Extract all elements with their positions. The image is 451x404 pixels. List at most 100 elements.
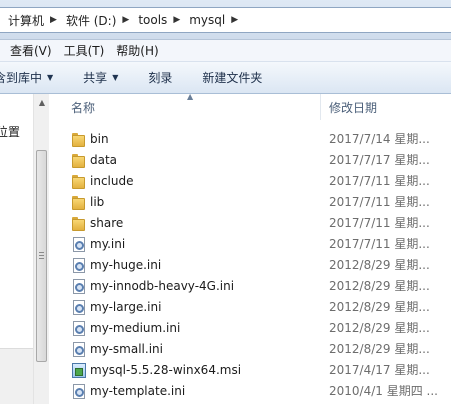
settings-file-icon [71, 299, 87, 315]
file-name: my-huge.ini [90, 257, 162, 272]
new-folder-button[interactable]: 新建文件夹 [194, 62, 270, 93]
include-in-library-button[interactable]: 含到库中 ▼ [0, 62, 61, 93]
file-rows: bin 2017/7/14 星期... data 2017/7/17 星期...… [49, 128, 451, 401]
menu-tools[interactable]: 工具(T) [59, 40, 110, 61]
file-name-cell: lib [49, 194, 329, 210]
share-label: 共享 [83, 71, 108, 85]
file-row[interactable]: lib 2017/7/11 星期... [49, 191, 451, 212]
settings-file-icon [71, 341, 87, 357]
folder-icon [71, 194, 87, 210]
file-name-cell: my-template.ini [49, 383, 329, 399]
file-row[interactable]: my-innodb-heavy-4G.ini 2012/8/29 星期... [49, 275, 451, 296]
file-date: 2017/7/11 星期... [329, 195, 430, 209]
file-date: 2012/8/29 星期... [329, 342, 430, 356]
file-list: ▲ 名称 修改日期 bin 2017/7/14 星期... data 2017/… [49, 94, 451, 404]
breadcrumb-mysql[interactable]: mysql ▶ [185, 8, 243, 32]
chevron-right-icon[interactable]: ▶ [171, 15, 185, 25]
breadcrumb-label: tools [138, 13, 168, 27]
file-row[interactable]: share 2017/7/11 星期... [49, 212, 451, 233]
file-name: my-small.ini [90, 341, 163, 356]
file-name-cell: data [49, 152, 329, 168]
file-date: 2017/7/11 星期... [329, 237, 430, 251]
file-row[interactable]: my-large.ini 2012/8/29 星期... [49, 296, 451, 317]
column-header-name[interactable]: ▲ 名称 [49, 94, 321, 120]
file-name: lib [90, 194, 105, 209]
file-date: 2012/8/29 星期... [329, 258, 430, 272]
chevron-right-icon[interactable]: ▶ [120, 15, 134, 25]
navigation-pane: 位置 [0, 94, 33, 404]
folder-icon [71, 131, 87, 147]
nav-scrollbar[interactable]: ▲ [33, 94, 49, 404]
breadcrumb-computer[interactable]: 计算机 ▶ [4, 8, 62, 32]
folder-icon [71, 173, 87, 189]
breadcrumb-tools[interactable]: tools ▶ [134, 8, 185, 32]
file-name-cell: my-innodb-heavy-4G.ini [49, 278, 329, 294]
file-row[interactable]: my-small.ini 2012/8/29 星期... [49, 338, 451, 359]
menu-view[interactable]: 查看(V) [5, 40, 57, 61]
menu-bar: 查看(V) 工具(T) 帮助(H) [0, 40, 451, 62]
share-button[interactable]: 共享 ▼ [75, 62, 126, 93]
file-name: share [90, 215, 124, 230]
breadcrumb-drive[interactable]: 软件 (D:) ▶ [62, 8, 134, 32]
scroll-up-arrow-icon[interactable]: ▲ [34, 94, 50, 110]
file-name-cell: bin [49, 131, 329, 147]
file-name-cell: my-medium.ini [49, 320, 329, 336]
file-name-cell: my-small.ini [49, 341, 329, 357]
file-name: my-medium.ini [90, 320, 181, 335]
nav-item-location[interactable]: 位置 [0, 123, 20, 140]
breadcrumb-label: 计算机 [8, 13, 45, 28]
file-row[interactable]: bin 2017/7/14 星期... [49, 128, 451, 149]
burn-button[interactable]: 刻录 [140, 62, 180, 93]
file-row[interactable]: my-medium.ini 2012/8/29 星期... [49, 317, 451, 338]
grip-line [39, 258, 44, 259]
column-header: ▲ 名称 修改日期 [49, 94, 451, 120]
chevron-right-icon[interactable]: ▶ [48, 15, 62, 25]
file-name: include [90, 173, 134, 188]
folder-icon [71, 215, 87, 231]
settings-file-icon [71, 383, 87, 399]
address-bar: 计算机 ▶ 软件 (D:) ▶ tools ▶ mysql ▶ [0, 0, 451, 40]
file-row[interactable]: include 2017/7/11 星期... [49, 170, 451, 191]
file-row[interactable]: my-template.ini 2010/4/1 星期四 ... [49, 380, 451, 401]
file-date: 2017/7/17 星期... [329, 153, 430, 167]
file-date: 2017/4/17 星期... [329, 363, 430, 377]
file-row[interactable]: mysql-5.5.28-winx64.msi 2017/4/17 星期... [49, 359, 451, 380]
file-name: my-innodb-heavy-4G.ini [90, 278, 235, 293]
file-date: 2010/4/1 星期四 ... [329, 384, 438, 398]
settings-file-icon [71, 320, 87, 336]
file-name-cell: my.ini [49, 236, 329, 252]
scrollbar-thumb[interactable] [36, 150, 47, 362]
breadcrumb-label: mysql [189, 13, 226, 27]
breadcrumb-label: 软件 (D:) [65, 13, 117, 28]
caret-down-icon: ▼ [47, 73, 54, 82]
file-name: bin [90, 131, 109, 146]
include-in-library-label: 含到库中 [0, 71, 43, 85]
file-row[interactable]: my.ini 2017/7/11 星期... [49, 233, 451, 254]
file-name: my.ini [90, 236, 126, 251]
file-row[interactable]: my-huge.ini 2012/8/29 星期... [49, 254, 451, 275]
breadcrumb[interactable]: 计算机 ▶ 软件 (D:) ▶ tools ▶ mysql ▶ [0, 7, 451, 33]
file-row[interactable]: data 2017/7/17 星期... [49, 149, 451, 170]
file-name-cell: mysql-5.5.28-winx64.msi [49, 362, 329, 378]
file-date: 2012/8/29 星期... [329, 279, 430, 293]
command-toolbar: 含到库中 ▼ 共享 ▼ 刻录 新建文件夹 [0, 62, 451, 94]
file-name: my-template.ini [90, 383, 186, 398]
file-name-cell: include [49, 173, 329, 189]
file-name: mysql-5.5.28-winx64.msi [90, 362, 242, 377]
caret-down-icon: ▼ [112, 73, 119, 82]
file-name: data [90, 152, 118, 167]
menu-help[interactable]: 帮助(H) [111, 40, 163, 61]
settings-file-icon [71, 236, 87, 252]
column-header-date[interactable]: 修改日期 [321, 94, 451, 120]
chevron-right-icon[interactable]: ▶ [229, 15, 243, 25]
sort-ascending-icon: ▲ [187, 94, 194, 101]
file-name-cell: my-large.ini [49, 299, 329, 315]
installer-package-icon [71, 362, 87, 378]
column-name-label: 名称 [71, 100, 96, 115]
file-date: 2012/8/29 星期... [329, 300, 430, 314]
file-name-cell: my-huge.ini [49, 257, 329, 273]
folder-icon [71, 152, 87, 168]
file-date: 2017/7/14 星期... [329, 132, 430, 146]
settings-file-icon [71, 278, 87, 294]
grip-line [39, 252, 44, 253]
